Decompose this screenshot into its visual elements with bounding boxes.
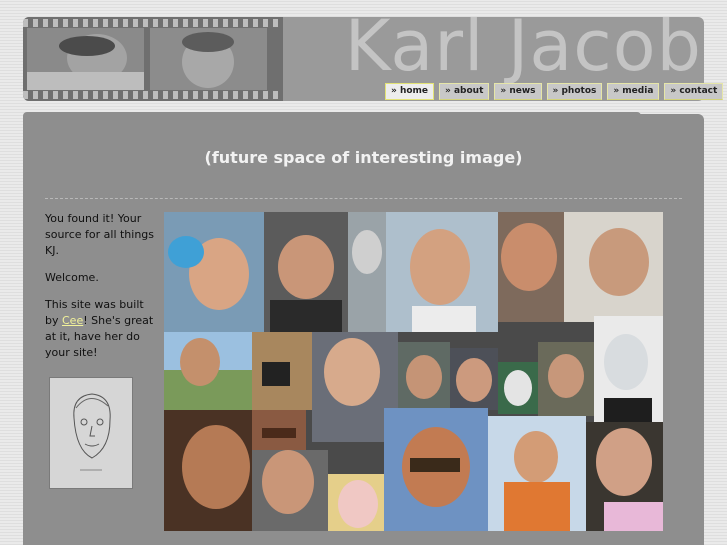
nav-photos[interactable]: » photos — [546, 83, 603, 100]
nav-contact[interactable]: » contact — [664, 83, 724, 100]
site-title: Karl Jacob — [344, 17, 702, 87]
filmstrip-banner — [23, 17, 283, 101]
nav-home[interactable]: » home — [385, 83, 435, 100]
film-perforations — [23, 19, 283, 27]
credit-link[interactable]: Cee — [62, 314, 83, 327]
header-photo — [150, 28, 267, 90]
film-perforations — [23, 91, 283, 99]
main-nav: » home » about » news » photos » media »… — [385, 83, 724, 100]
nav-news[interactable]: » news — [494, 83, 542, 100]
credit-text: This site was built by Cee! She's great … — [45, 297, 157, 361]
sidebar: You found it! Your source for all things… — [45, 211, 157, 372]
intro-text: You found it! Your source for all things… — [45, 212, 155, 257]
face-sketch-image — [50, 378, 132, 488]
image-placeholder-text: (future space of interesting image) — [204, 148, 523, 167]
photo-collage — [164, 212, 663, 531]
dashed-divider — [45, 198, 682, 199]
nav-about[interactable]: » about — [439, 83, 490, 100]
header-photo — [27, 28, 144, 90]
nav-media[interactable]: » media — [607, 83, 660, 100]
welcome-text: Welcome. — [45, 271, 99, 284]
